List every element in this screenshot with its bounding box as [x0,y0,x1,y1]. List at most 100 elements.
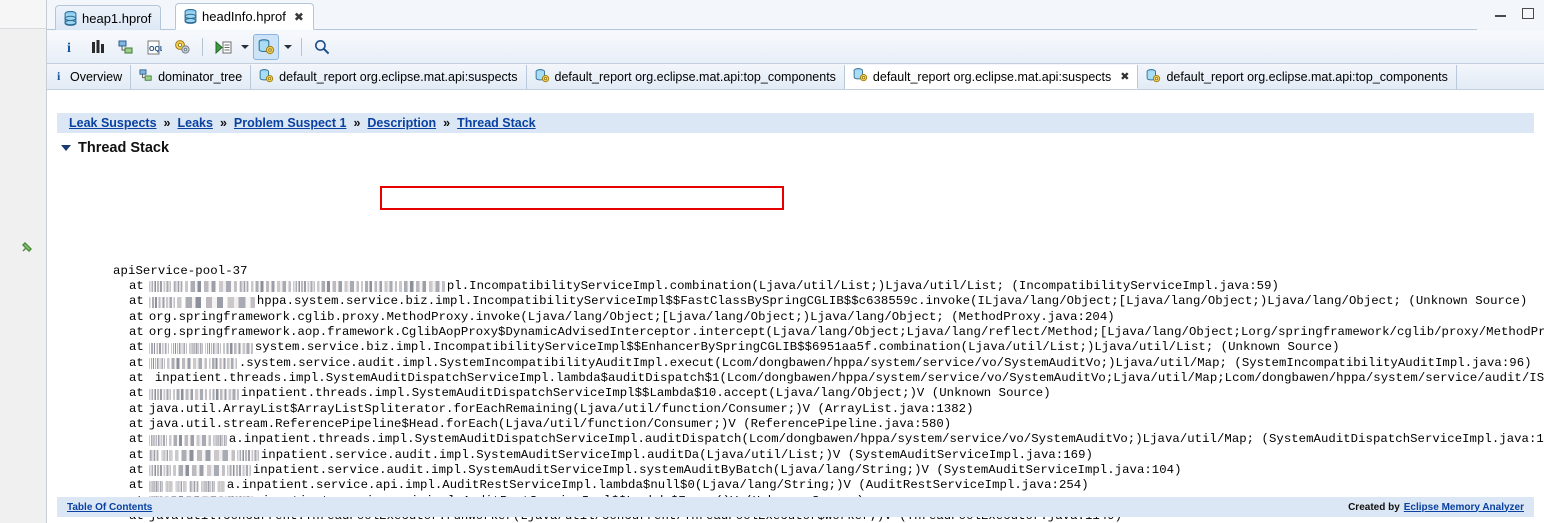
heap-dump-icon [64,10,77,26]
run-expert-system-dropdown[interactable] [238,35,251,59]
stack-frame: at inpatient.threads.impl.SystemAuditDisp… [113,371,1544,386]
stack-frame-keyword: at [129,309,144,324]
minimize-button[interactable] [1494,8,1507,19]
section-header[interactable]: Thread Stack [61,140,169,156]
view-tab-label: dominator_tree [158,70,243,84]
redacted-text-block [148,357,165,369]
collapse-triangle-icon[interactable] [61,145,71,151]
report-icon [259,68,274,86]
stack-frame-text: system.service.biz.impl.IncompatibilityS… [254,340,1340,355]
stack-frame-text: inpatient.threads.impl.SystemAuditDispat… [154,371,1544,386]
breadcrumb: Leak Suspects » Leaks » Problem Suspect 1 » De… [57,113,1534,133]
stack-frame-text: hppa.system.service.biz.impl.Incompatibi… [256,294,1528,309]
stack-frame-text: inpatient.service.audit.impl.SystemAudit… [252,463,1182,478]
stack-frame: at inpatient.threads.impl.SystemAuditDisp… [113,386,1544,401]
open-report-dropdown[interactable] [281,35,294,59]
stack-frame-text: inpatient.service.audit.impl.SystemAudit… [260,447,1093,462]
histogram-button[interactable] [85,34,111,60]
pin-icon[interactable] [22,242,33,253]
left-rail [0,0,47,523]
svg-text:i: i [57,69,61,82]
stack-frame-text: org.springframework.cglib.proxy.MethodPr… [148,309,1115,324]
redacted-text-block [250,281,291,293]
dominator-tree-button[interactable] [113,34,139,60]
window-controls [1494,8,1534,19]
table-of-contents-link[interactable]: Table Of Contents [67,502,152,513]
open-report-button[interactable] [253,34,279,60]
report-icon [853,68,868,85]
editor-tabbar: heap1.hprof headInfo.hprof ✖ [47,3,1477,30]
view-tab-label: default_report org.eclipse.mat.api:top_c… [1166,70,1448,84]
tab-overview[interactable]: i Overview [47,65,132,89]
redacted-text-block [148,342,169,354]
stack-frame: at org.springframework.aop.framework.Cgli… [113,325,1544,340]
overview-info-button[interactable]: i [57,34,83,60]
stack-frame: at pl.IncompatibilityServiceImpl.combinat… [113,279,1544,294]
stack-frame: at java.util.stream.ReferencePipeline$Hea… [113,417,1544,432]
svg-text:OQL: OQL [149,46,162,53]
redacted-text-block [398,281,445,293]
toolbar-separator [202,38,203,56]
eclipse-memory-analyzer-link[interactable]: Eclipse Memory Analyzer [1404,502,1524,513]
editor-tab-headinfo[interactable]: headInfo.hprof ✖ [175,3,314,30]
redacted-text-block [200,480,215,492]
breadcrumb-separator: » [163,116,171,130]
stack-frame: at a.inpatient.threads.impl.SystemAuditDi… [113,432,1544,447]
stack-frame-keyword: at [129,417,144,432]
stack-frame: at a.inpatient.service.api.impl.AuditRest… [113,478,1544,493]
stack-frame-keyword: at [129,447,144,462]
redacted-text-block [208,357,237,369]
tab-default-report-top-components-1[interactable]: default_report org.eclipse.mat.api:top_c… [527,65,845,89]
stack-frame: at inpatient.service.audit.impl.SystemAud… [113,463,1544,478]
redacted-text-block [166,357,207,369]
redacted-text-block [176,296,255,308]
redacted-text-block [212,434,227,446]
breadcrumb-item-leaks[interactable]: Leaks [178,116,213,130]
redacted-text-block [164,480,173,492]
breadcrumb-item-description[interactable]: Description [367,116,436,130]
stack-frame-text: pl.IncompatibilityServiceImpl.combinatio… [446,279,1279,293]
view-tab-label: default_report org.eclipse.mat.api:suspe… [872,69,1112,84]
search-button[interactable] [309,34,335,60]
maximize-button[interactable] [1521,8,1534,19]
created-by: Created by Eclipse Memory Analyzer [1348,502,1524,513]
tab-default-report-suspects-1[interactable]: default_report org.eclipse.mat.api:suspe… [251,65,527,89]
stack-frame: at .system.service.audit.impl.SystemIncom… [113,356,1544,371]
query-browser-gears-button[interactable] [169,34,195,60]
breadcrumb-item-leak-suspects[interactable]: Leak Suspects [69,116,157,130]
close-icon[interactable]: ✖ [1120,70,1129,83]
breadcrumb-separator: » [219,116,227,130]
redacted-text-block [222,342,253,354]
breadcrumb-item-thread-stack[interactable]: Thread Stack [457,116,536,130]
stack-frame-text: a.inpatient.threads.impl.SystemAuditDisp… [228,432,1544,447]
redacted-text-block [236,449,259,461]
stack-frame-keyword: at [129,340,144,355]
redacted-text-block [170,342,187,354]
heap-dump-icon [184,9,197,24]
redacted-text-block [360,281,397,293]
report-footer: Table Of Contents Created by Eclipse Mem… [57,497,1534,517]
stack-frame-text: .system.service.audit.impl.SystemIncompa… [238,355,1532,370]
redacted-text-block [204,342,221,354]
breadcrumb-item-problem-suspect-1[interactable]: Problem Suspect 1 [234,116,347,130]
redacted-text-block [148,480,163,492]
redacted-text-block [184,281,237,293]
breadcrumb-separator: » [353,116,361,130]
view-tab-label: Overview [70,70,123,84]
close-icon[interactable]: ✖ [294,11,304,23]
tab-default-report-top-components-2[interactable]: default_report org.eclipse.mat.api:top_c… [1138,65,1457,89]
redacted-text-block [208,388,239,400]
report-icon [1146,68,1161,86]
redacted-text-block [160,449,173,461]
redacted-text-block [174,480,187,492]
stack-frame-keyword: at [129,279,144,293]
tab-default-report-suspects-2[interactable]: default_report org.eclipse.mat.api:suspe… [844,65,1139,89]
stack-frame: at java.util.ArrayList$ArrayListSpliterat… [113,402,1544,417]
info-icon: i [55,69,65,85]
tab-dominator-tree[interactable]: dominator_tree [131,65,252,89]
run-expert-system-button[interactable] [210,34,236,60]
view-tab-label: default_report org.eclipse.mat.api:suspe… [279,70,518,84]
editor-tab-heap1[interactable]: heap1.hprof [55,5,162,30]
oql-button[interactable]: OQL [141,34,167,60]
created-by-label: Created by [1348,501,1400,513]
